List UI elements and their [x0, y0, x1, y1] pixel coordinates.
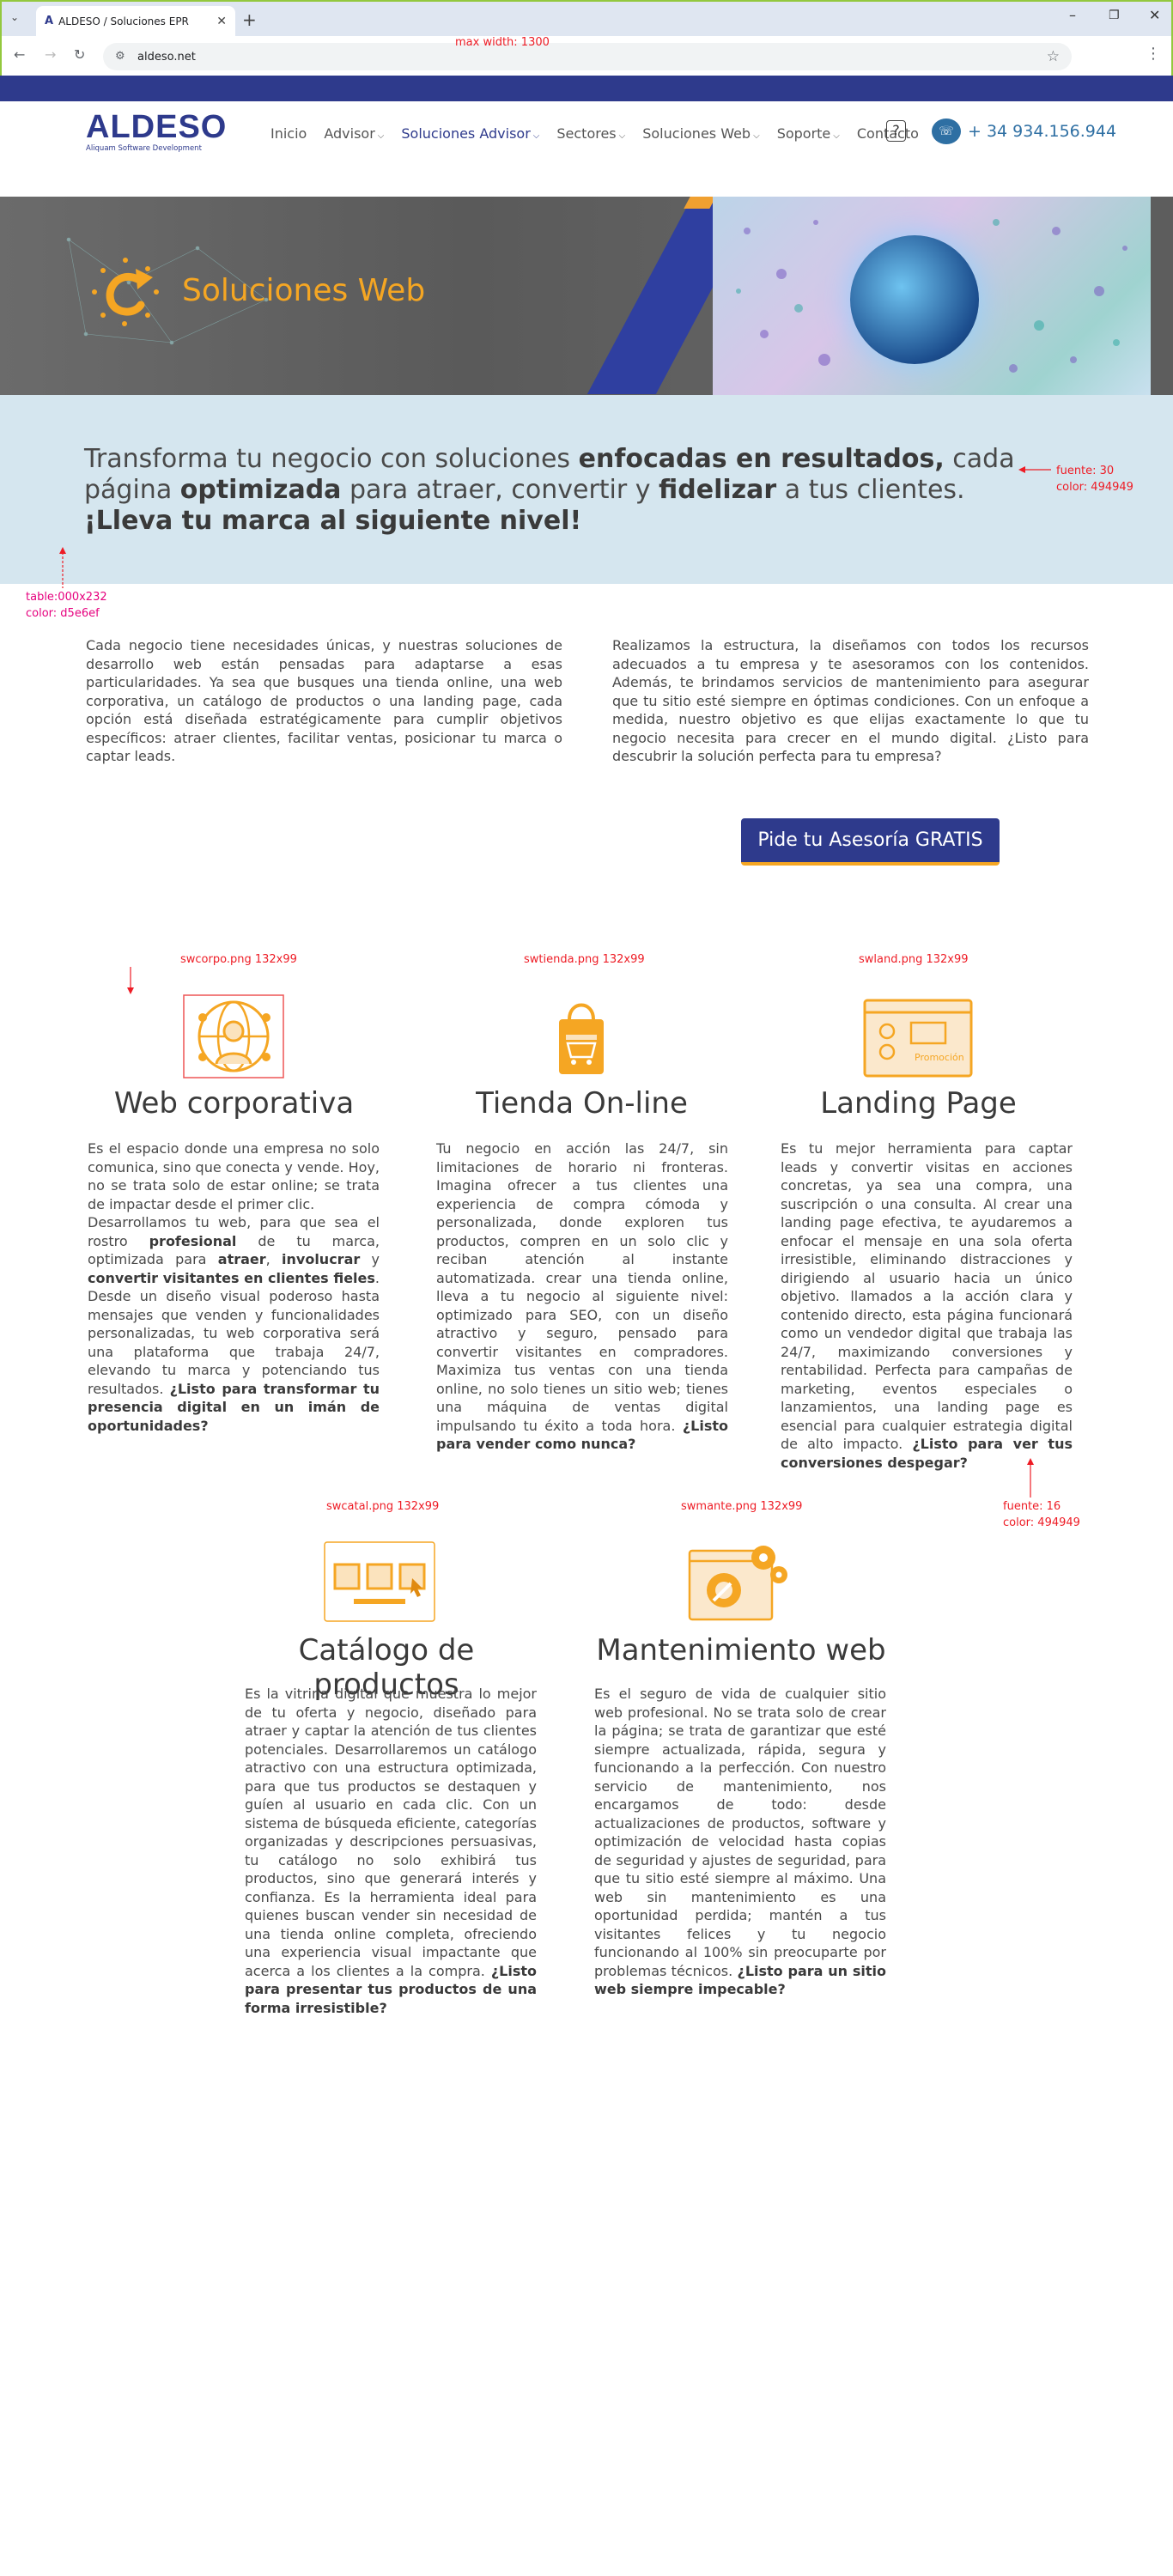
- globe-icon: [850, 235, 979, 364]
- top-bar: [0, 76, 1173, 101]
- intro-paragraph-right: Realizamos la estructura, la diseñamos c…: [612, 637, 1089, 764]
- swtienda-note: swtienda.png 132x99: [524, 953, 645, 966]
- free-consultation-button[interactable]: Pide tu Asesoría GRATIS: [741, 818, 1000, 866]
- menu-item-sectores[interactable]: Sectores ⌵: [556, 125, 625, 142]
- banner-edge: [1151, 197, 1173, 395]
- chat-phone-icon: ☏: [932, 118, 961, 144]
- menu-item-soporte[interactable]: Soporte ⌵: [777, 125, 840, 142]
- logo-text: ALDESO: [86, 109, 228, 145]
- arrow-up-icon: [1027, 1458, 1034, 1498]
- aldeso-mark-icon: [92, 258, 159, 326]
- menu-item-advisor[interactable]: Advisor ⌵: [324, 125, 384, 142]
- intro-text: Transforma tu negocio con soluciones enf…: [84, 444, 1015, 536]
- service-text-catalogo: Es la vitrina digital que muestra lo mej…: [245, 1686, 537, 2016]
- service-title-landing: Landing Page: [820, 1086, 1017, 1121]
- reload-icon[interactable]: ↻: [74, 46, 85, 63]
- close-window-icon[interactable]: ✕: [1149, 7, 1160, 23]
- maintenance-gear-icon: [688, 1546, 787, 1621]
- help-icon[interactable]: ?: [886, 120, 906, 142]
- phone-number: + 34 934.156.944: [968, 122, 1117, 141]
- corporate-globe-icon: [183, 994, 284, 1078]
- back-icon[interactable]: ←: [14, 46, 25, 63]
- arrow-left-icon: [1018, 466, 1051, 473]
- arrow-down-icon: [127, 967, 134, 994]
- chevron-down-icon: ⌵: [753, 131, 760, 141]
- svg-text:Promoción: Promoción: [915, 1052, 964, 1063]
- browser-menu-icon[interactable]: ⋮: [1146, 45, 1161, 63]
- logo-subtitle: Aliquam Software Development: [86, 144, 202, 153]
- banner-title: Soluciones Web: [182, 273, 426, 308]
- phone-link[interactable]: ☏ + 34 934.156.944: [932, 118, 1116, 144]
- minimize-icon[interactable]: –: [1069, 7, 1076, 23]
- tab-strip: ⌄ A ALDESO / Soluciones EPR ✕ + – ❐ ✕: [2, 2, 1171, 36]
- menu-item-inicio[interactable]: Inicio: [270, 125, 307, 142]
- shopping-bag-icon: [559, 1003, 604, 1074]
- table-color-note: color: d5e6ef: [26, 607, 100, 620]
- color-note: color: 494949: [1003, 1516, 1080, 1529]
- restore-icon[interactable]: ❐: [1109, 9, 1120, 22]
- service-title-corporativa: Web corporativa: [113, 1086, 355, 1121]
- close-tab-icon[interactable]: ✕: [216, 15, 227, 28]
- chevron-down-icon: ⌵: [833, 131, 840, 141]
- browser-toolbar: ← → ↻ ⚙ aldeso.net ☆ ⋮: [2, 36, 1171, 77]
- browser-window: ⌄ A ALDESO / Soluciones EPR ✕ + – ❐ ✕ ← …: [0, 0, 1173, 77]
- browser-tab[interactable]: A ALDESO / Soluciones EPR ✕: [36, 6, 235, 36]
- site-info-icon[interactable]: ⚙: [115, 50, 125, 63]
- menu-item-soluciones-advisor[interactable]: Soluciones Advisor ⌵: [401, 125, 539, 142]
- forward-icon[interactable]: →: [45, 46, 56, 63]
- url-text: aldeso.net: [137, 50, 196, 64]
- service-text-mantenimiento: Es el seguro de vida de cualquier sitio …: [594, 1686, 887, 1997]
- main-menu: Inicio Advisor ⌵ Soluciones Advisor ⌵ Sect…: [270, 125, 936, 142]
- arrow-up-icon: [59, 547, 66, 588]
- table-size-note: table:000x232: [26, 591, 107, 604]
- swmante-note: swmante.png 132x99: [681, 1500, 803, 1513]
- chevron-down-icon: ⌵: [532, 131, 540, 141]
- font-size-note: fuente: 16: [1003, 1500, 1061, 1513]
- service-title-tienda: Tienda On-line: [476, 1086, 688, 1121]
- service-title-mantenimiento: Mantenimiento web: [596, 1633, 886, 1668]
- swcatal-note: swcatal.png 132x99: [326, 1500, 440, 1513]
- address-bar[interactable]: ⚙ aldeso.net ☆: [103, 43, 1072, 70]
- bookmark-star-icon[interactable]: ☆: [1047, 48, 1060, 65]
- intro-paragraph-left: Cada negocio tiene necesidades únicas, y…: [86, 637, 562, 764]
- service-text-corporativa: Es el espacio donde una empresa no solo …: [88, 1140, 380, 1434]
- font-size-note: fuente: 30: [1056, 465, 1115, 477]
- tab-title: ALDESO / Soluciones EPR: [58, 15, 189, 27]
- swcorpo-note: swcorpo.png 132x99: [180, 953, 297, 966]
- favicon-icon: A: [45, 15, 54, 27]
- menu-item-soluciones-web[interactable]: Soluciones Web ⌵: [642, 125, 759, 142]
- chevron-down-icon: ⌵: [377, 131, 385, 141]
- catalog-icon: [324, 1541, 435, 1622]
- hero-banner: [0, 197, 1173, 395]
- new-tab-icon[interactable]: +: [242, 9, 257, 30]
- color-note: color: 494949: [1056, 481, 1133, 494]
- service-text-tienda: Tu negocio en acción las 24/7, sin limit…: [436, 1140, 728, 1452]
- service-text-landing: Es tu mejor herramienta para captar lead…: [781, 1140, 1073, 1471]
- landing-page-icon: Promoción: [863, 999, 973, 1078]
- logo[interactable]: ALDESO Aliquam Software Development: [86, 109, 228, 153]
- tab-list-chevron-icon[interactable]: ⌄: [10, 11, 19, 23]
- max-width-note: max width: 1300: [455, 36, 550, 49]
- chevron-down-icon: ⌵: [618, 131, 626, 141]
- swland-note: swland.png 132x99: [859, 953, 969, 966]
